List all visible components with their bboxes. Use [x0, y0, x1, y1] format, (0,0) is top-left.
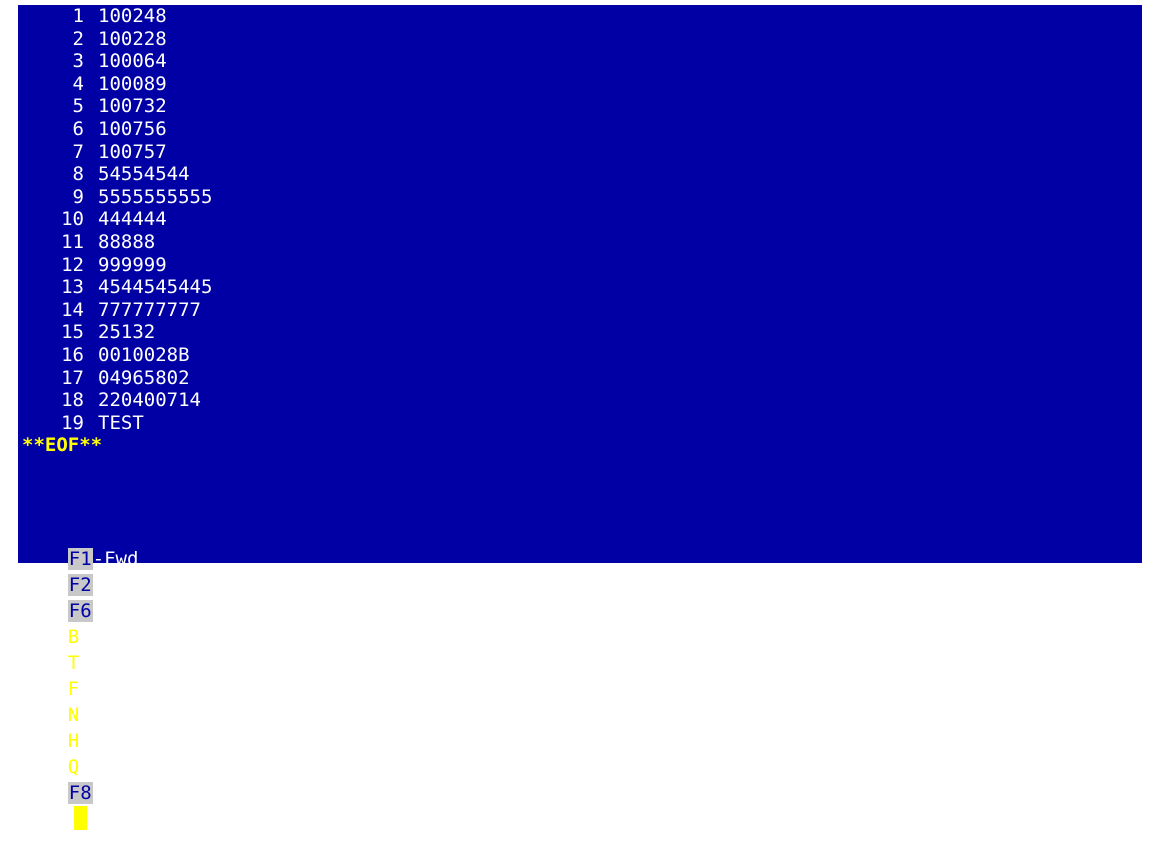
record-number: 4	[72, 72, 84, 95]
record-row: 5 100732	[22, 95, 212, 118]
f8-label: -New Path	[92, 782, 196, 804]
f8-keycap: F8	[67, 782, 93, 804]
record-number: 11	[61, 230, 84, 253]
bottom-button[interactable]: Bottom	[68, 624, 137, 650]
record-row: 8 54554544	[22, 163, 212, 186]
record-number: 17	[61, 366, 84, 389]
record-value: 999999	[98, 253, 167, 276]
record-row: 10 444444	[22, 208, 212, 231]
next-button[interactable]: Next	[68, 702, 114, 728]
f6-line-numbers-button[interactable]: F6-L/Nos	[67, 598, 162, 624]
quit-label: uit	[79, 756, 114, 778]
record-number: 12	[61, 253, 84, 276]
record-value: 5555555555	[98, 185, 213, 208]
record-row: 4 100089	[22, 73, 212, 96]
record-value: 100756	[98, 117, 167, 140]
record-row: 18 220400714	[22, 389, 212, 412]
record-value: 54554544	[98, 163, 190, 186]
f2-back-button[interactable]: F2-Back	[67, 572, 150, 598]
record-row: 2 100228	[22, 28, 212, 51]
record-value: TEST	[98, 411, 144, 434]
record-list: 1 100248 2 100228 3 100064 4 100089 5 100732 6 1007…	[22, 5, 212, 457]
bottom-hotkey: B	[67, 626, 80, 648]
bottom-label: ottom	[79, 626, 137, 648]
record-number: 6	[72, 117, 84, 140]
text-cursor[interactable]	[73, 806, 87, 830]
record-row: 17 04965802	[22, 367, 212, 390]
record-number: 2	[72, 27, 84, 50]
record-number: 13	[61, 276, 84, 299]
record-row: 1 100248	[22, 5, 212, 28]
record-row: 19 TEST	[22, 412, 212, 435]
record-row: 11 88888	[22, 231, 212, 254]
record-value: 100228	[98, 27, 167, 50]
next-hotkey: N	[67, 704, 80, 726]
record-row: 3 100064	[22, 50, 212, 73]
help-label: elp	[79, 730, 114, 752]
next-label: ext	[79, 704, 114, 726]
record-number: 3	[72, 50, 84, 73]
record-number: 5	[72, 95, 84, 118]
record-row: 13 4544545445	[22, 276, 212, 299]
record-row: 15 25132	[22, 321, 212, 344]
record-value: 444444	[98, 208, 167, 231]
record-value: 88888	[98, 230, 156, 253]
record-row: 6 100756	[22, 118, 212, 141]
find-hotkey: F	[67, 678, 80, 700]
record-number: 14	[61, 298, 84, 321]
record-number: 19	[61, 411, 84, 434]
find-button[interactable]: Find	[68, 676, 114, 702]
f2-keycap: F2	[67, 574, 93, 596]
help-button[interactable]: Help	[68, 728, 114, 754]
record-value: 100732	[98, 95, 167, 118]
record-row: 16 0010028B	[22, 344, 212, 367]
record-value: 4544545445	[98, 276, 213, 299]
record-value: 220400714	[98, 389, 201, 412]
quit-hotkey: Q	[67, 756, 80, 778]
record-number: 10	[61, 208, 84, 231]
top-hotkey: T	[67, 652, 80, 674]
f6-keycap: F6	[67, 600, 93, 622]
f1-forward-button[interactable]: F1-Fwd	[67, 546, 139, 572]
record-value: 100248	[98, 5, 167, 27]
record-row: 9 5555555555	[22, 185, 213, 209]
record-number: 1	[72, 5, 84, 27]
record-value: 0010028B	[98, 343, 190, 366]
record-number: 8	[72, 163, 84, 186]
record-value: 100064	[98, 50, 167, 73]
record-number: 16	[61, 343, 84, 366]
f1-label: -Fwd	[92, 548, 139, 570]
record-number: 9	[72, 185, 84, 208]
record-number: 18	[61, 389, 84, 412]
record-value: 100089	[98, 72, 167, 95]
record-value: 04965802	[98, 366, 190, 389]
f6-label: -L/Nos	[92, 600, 162, 622]
function-key-bar: F1-Fwd F2-Back F6-L/Nos Bottom Top Find …	[22, 520, 206, 830]
f1-keycap: F1	[67, 548, 93, 570]
help-hotkey: H	[67, 730, 80, 752]
record-value: 25132	[98, 321, 156, 344]
record-number: 7	[72, 140, 84, 163]
terminal-screen: 1 100248 2 100228 3 100064 4 100089 5 100732 6 1007…	[18, 5, 1142, 830]
record-number: 15	[61, 321, 84, 344]
record-value: 100757	[98, 140, 167, 163]
record-row: 12 999999	[22, 254, 212, 277]
top-button[interactable]: Top	[68, 650, 102, 676]
end-of-file-marker: **EOF**	[22, 434, 103, 457]
record-row: 14 777777777	[22, 299, 212, 322]
record-value: 777777777	[98, 298, 201, 321]
top-label: op	[79, 652, 103, 674]
quit-button[interactable]: Quit	[68, 754, 114, 780]
find-label: ind	[79, 678, 114, 700]
f8-new-path-button[interactable]: F8-New Path	[67, 780, 196, 806]
record-row: 7 100757	[22, 141, 212, 164]
f2-label: -Back	[92, 574, 150, 596]
